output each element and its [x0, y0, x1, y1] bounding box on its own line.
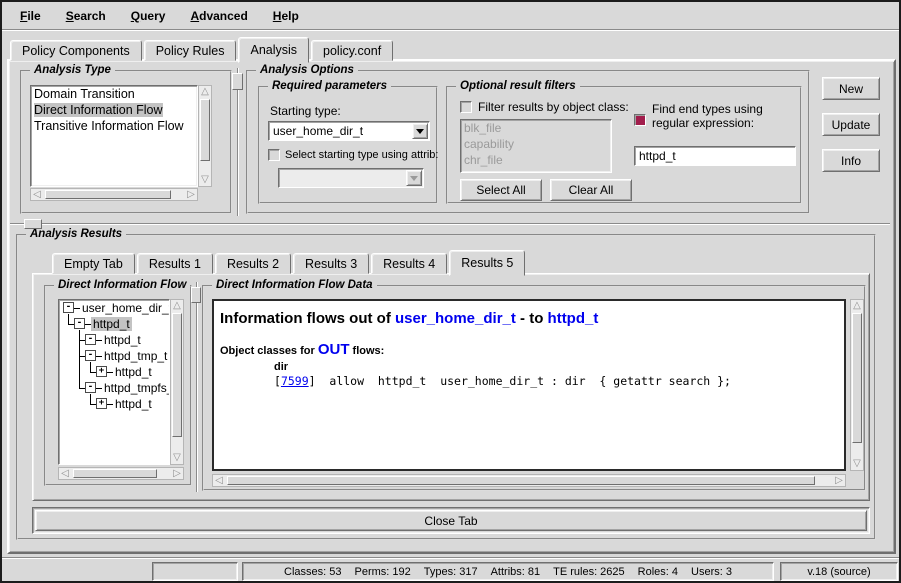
- tree-toggle-icon[interactable]: -: [74, 318, 85, 329]
- tree-node[interactable]: - httpd_t: [59, 316, 169, 332]
- data-vscrollbar[interactable]: △ ▽: [850, 299, 864, 471]
- flow-data-title: Direct Information Flow Data: [212, 279, 377, 291]
- status-policy-stats: Classes: 53 Perms: 192 Types: 317 Attrib…: [242, 562, 774, 581]
- rule-id-link[interactable]: 7599: [281, 374, 309, 388]
- tab-policy-conf[interactable]: policy.conf: [311, 40, 393, 61]
- menu-help[interactable]: Help: [265, 6, 307, 26]
- tree-node[interactable]: - user_home_dir_t: [59, 300, 169, 316]
- results-pane-divider-handle[interactable]: [24, 219, 42, 229]
- main-tab-bar: Policy Components Policy Rules Analysis …: [10, 35, 395, 61]
- menu-file[interactable]: File: [12, 6, 49, 26]
- apol-window: File Search Query Advanced Help Policy C…: [0, 0, 901, 583]
- tree-connector: [79, 364, 80, 380]
- data-hscrollbar[interactable]: ◁ ▷: [212, 474, 846, 487]
- tree-vscrollbar[interactable]: △ ▽: [170, 299, 184, 465]
- status-empty-box: [152, 562, 238, 581]
- tree-hscrollbar[interactable]: ◁ ▷: [58, 467, 184, 480]
- tree-toggle-icon[interactable]: -: [85, 334, 96, 345]
- flow-tree-title: Direct Information Flow T: [54, 279, 190, 291]
- object-classes-line: Object classes for OUT flows:: [220, 341, 838, 358]
- tab-results-2[interactable]: Results 2: [215, 253, 291, 274]
- menu-search[interactable]: Search: [58, 6, 114, 26]
- stat-roles: Roles: 4: [638, 566, 678, 578]
- tab-policy-components[interactable]: Policy Components: [10, 40, 142, 61]
- stat-users: Users: 3: [691, 566, 732, 578]
- flow-data-group: Direct Information Flow Data Information…: [202, 285, 866, 491]
- stat-attribs: Attribs: 81: [491, 566, 541, 578]
- flow-headline: Information flows out of user_home_dir_t…: [220, 310, 838, 327]
- tree-toggle-icon[interactable]: +: [96, 366, 107, 377]
- scroll-up-icon[interactable]: △: [851, 300, 863, 312]
- menu-query[interactable]: Query: [123, 6, 174, 26]
- tree-node-label[interactable]: httpd_t: [91, 317, 132, 331]
- tree-connector: [90, 364, 91, 372]
- tab-analysis[interactable]: Analysis: [238, 37, 309, 63]
- scroll-left-icon[interactable]: ◁: [213, 475, 225, 487]
- tree-node-label[interactable]: httpd_tmpfs_t: [102, 381, 170, 395]
- tree-data-divider-handle[interactable]: [191, 287, 201, 303]
- menu-bar: File Search Query Advanced Help: [2, 2, 899, 30]
- tab-results-5[interactable]: Results 5: [449, 250, 525, 276]
- scrollbar-thumb[interactable]: [227, 476, 815, 485]
- scroll-down-icon[interactable]: ▽: [851, 458, 863, 470]
- scroll-right-icon[interactable]: ▷: [171, 468, 183, 480]
- tree-connector: [79, 380, 80, 388]
- scroll-left-icon[interactable]: ◁: [59, 468, 71, 480]
- scrollbar-thumb[interactable]: [852, 313, 862, 443]
- tree-toggle-icon[interactable]: +: [96, 398, 107, 409]
- tree-node[interactable]: + httpd_t: [59, 364, 169, 380]
- tab-empty[interactable]: Empty Tab: [52, 253, 135, 274]
- flow-data-text[interactable]: Information flows out of user_home_dir_t…: [212, 299, 846, 471]
- tree-toggle-icon[interactable]: -: [85, 382, 96, 393]
- tree-toggle-icon[interactable]: -: [85, 350, 96, 361]
- pane-divider-handle[interactable]: [232, 73, 243, 90]
- tree-node[interactable]: - httpd_tmp_t: [59, 348, 169, 364]
- tab-results-3[interactable]: Results 3: [293, 253, 369, 274]
- scroll-up-icon[interactable]: △: [171, 300, 183, 312]
- scrollbar-thumb[interactable]: [73, 469, 157, 478]
- tab-policy-rules[interactable]: Policy Rules: [144, 40, 237, 61]
- tab-results-4[interactable]: Results 4: [371, 253, 447, 274]
- scroll-right-icon[interactable]: ▷: [833, 475, 845, 487]
- tab-results-1[interactable]: Results 1: [137, 253, 213, 274]
- status-divider: [2, 557, 899, 559]
- menu-advanced[interactable]: Advanced: [182, 6, 255, 26]
- stat-classes: Classes: 53: [284, 566, 341, 578]
- flow-tree[interactable]: - user_home_dir_t - httpd_t -: [58, 299, 170, 465]
- tree-connector: [68, 316, 69, 324]
- tree-node-label[interactable]: httpd_t: [113, 397, 154, 411]
- tree-node-label[interactable]: httpd_t: [113, 365, 154, 379]
- tree-node-label[interactable]: user_home_dir_t: [80, 301, 170, 315]
- tree-node-label[interactable]: httpd_tmp_t: [102, 349, 169, 363]
- tree-node[interactable]: + httpd_t: [59, 396, 169, 412]
- tree-node[interactable]: - httpd_t: [59, 332, 169, 348]
- flow-tree-group: Direct Information Flow T - user_home_di…: [44, 285, 192, 486]
- tree-node-label[interactable]: httpd_t: [102, 333, 143, 347]
- status-version: v.18 (source): [780, 562, 898, 581]
- stat-types: Types: 317: [424, 566, 478, 578]
- scrollbar-thumb[interactable]: [172, 313, 182, 437]
- tree-node[interactable]: - httpd_tmpfs_t: [59, 380, 169, 396]
- object-class-name: dir: [274, 361, 838, 373]
- results-tab-bar: Empty Tab Results 1 Results 2 Results 3 …: [52, 249, 527, 274]
- scroll-down-icon[interactable]: ▽: [171, 452, 183, 464]
- stat-te-rules: TE rules: 2625: [553, 566, 625, 578]
- tree-connector: [90, 396, 91, 404]
- tree-toggle-icon[interactable]: -: [63, 302, 74, 313]
- stat-perms: Perms: 192: [355, 566, 411, 578]
- allow-rule-line: [7599] allow httpd_t user_home_dir_t : d…: [274, 374, 838, 388]
